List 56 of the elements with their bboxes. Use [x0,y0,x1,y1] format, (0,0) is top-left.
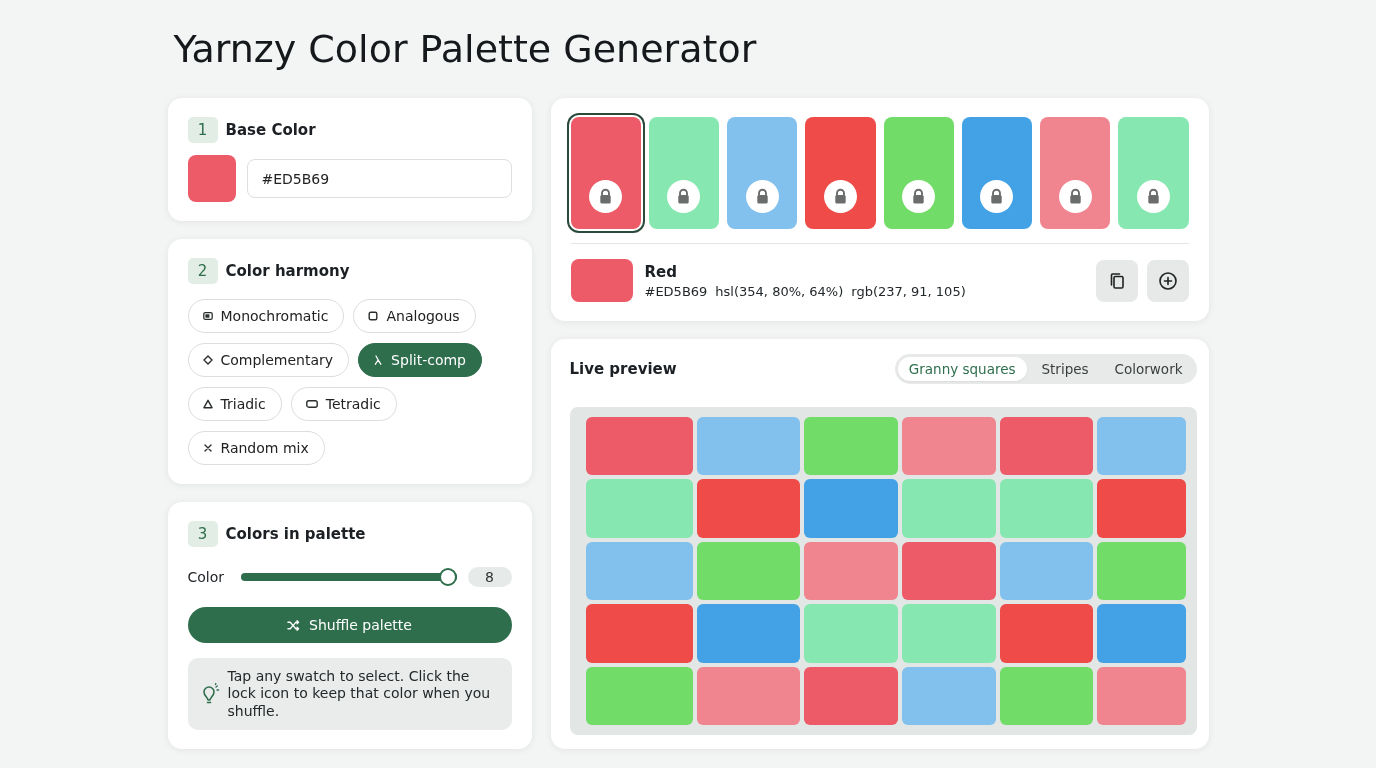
color-swatch[interactable] [1040,117,1111,229]
shuffle-button[interactable]: Shuffle palette [187,607,512,643]
triangle-icon [202,399,213,409]
step-number: 1 [187,117,218,143]
shuffle-icon [287,618,301,632]
lock-icon[interactable] [902,180,936,213]
section-heading: Live preview [569,360,677,378]
harmony-chip[interactable]: Monochromatic [187,299,345,333]
color-swatch[interactable] [961,117,1032,229]
slider-value: 8 [467,567,512,587]
color-swatch[interactable] [187,155,236,202]
harmony-chip[interactable]: Complementary [187,343,350,377]
fork-icon [373,355,384,365]
lock-icon[interactable] [980,180,1014,213]
section-heading: Colors in palette [225,525,366,543]
tab[interactable]: Colorwork [1103,357,1194,381]
diamond-icon [202,355,213,365]
color-name: Red [644,262,678,281]
harmony-chip[interactable]: Tetradic [290,387,397,421]
section-heading: Color harmony [225,262,350,280]
color-swatch[interactable] [727,117,798,229]
rgb-value: rgb(237, 91, 105) [851,283,966,299]
hsl-value: hsl(354, 80%, 64%) [715,283,844,299]
tab[interactable]: Granny squares [897,357,1027,381]
section-heading: Base Color [225,121,316,139]
tab[interactable]: Stripes [1030,357,1100,381]
lock-icon[interactable] [589,180,623,213]
lock-icon[interactable] [667,180,701,213]
color-swatch[interactable] [1118,117,1189,229]
harmony-chip[interactable]: Analogous [353,299,476,333]
color-swatch[interactable] [883,117,954,229]
tip-text: Tap any swatch to select. Click the lock icon to keep that color when you shuffle. [227,667,492,721]
harmony-chip[interactable]: Random mix [187,431,325,465]
harmony-chip[interactable]: Split-comp [358,343,482,377]
square-icon [368,311,379,321]
filled-square-icon [202,311,213,321]
color-swatch[interactable] [648,117,719,229]
plus-circle-icon [1157,270,1178,291]
page-title: Yarnzy Color Palette Generator [173,26,757,72]
add-button[interactable] [1146,259,1189,302]
lock-icon[interactable] [1136,180,1170,213]
slider-thumb[interactable] [438,568,457,586]
lock-icon[interactable] [823,180,857,213]
lock-icon[interactable] [745,180,779,213]
hex-value: #ED5B69 [644,283,708,299]
cross-icon [202,443,213,453]
step-number: 3 [187,521,218,547]
slider-label: Color [187,569,226,585]
hex-input-field[interactable]: #ED5B69 [246,159,512,198]
rectangle-icon [305,399,318,409]
harmony-chip[interactable]: Triadic [187,387,282,421]
lock-icon[interactable] [1058,180,1092,213]
step-number: 2 [187,258,218,284]
selected-color-swatch [570,259,633,302]
copy-button[interactable] [1095,259,1138,302]
color-swatch[interactable] [805,117,876,229]
